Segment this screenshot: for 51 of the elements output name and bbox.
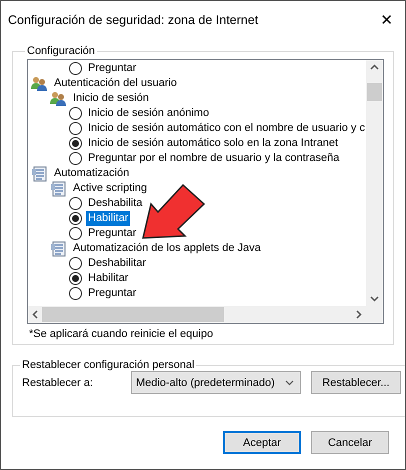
radio-button[interactable] bbox=[69, 107, 82, 120]
scroll-thumb[interactable] bbox=[42, 307, 224, 322]
users-icon bbox=[50, 91, 67, 106]
option-label[interactable]: Preguntar bbox=[86, 226, 138, 241]
radio-button[interactable] bbox=[69, 62, 82, 75]
scroll-left-icon[interactable] bbox=[32, 310, 38, 319]
option-label[interactable]: Inicio de sesión automático con el nombre de usuario y c bbox=[86, 121, 366, 136]
option-label[interactable]: Deshabilitar bbox=[86, 256, 148, 271]
option-label[interactable]: Inicio de sesión automático solo en la zona Intranet bbox=[86, 136, 340, 151]
dialog-button[interactable]: Cancelar bbox=[311, 431, 389, 454]
option-label[interactable]: Deshabilita bbox=[86, 196, 144, 211]
script-icon bbox=[50, 180, 67, 196]
category-label: Automatización bbox=[53, 166, 130, 181]
level-dropdown[interactable]: Medio-alto (predeterminado) bbox=[130, 371, 301, 394]
radio-button[interactable] bbox=[69, 137, 82, 150]
scroll-down-icon[interactable] bbox=[370, 296, 379, 302]
option-label[interactable]: Preguntar por el nombre de usuario y la contraseña bbox=[86, 151, 342, 166]
dialog-button[interactable]: Aceptar bbox=[223, 431, 301, 454]
radio-button[interactable] bbox=[69, 212, 82, 225]
radio-button[interactable] bbox=[69, 272, 82, 285]
option-label[interactable]: Habilitar bbox=[86, 271, 130, 286]
close-button[interactable]: ✕ bbox=[376, 11, 397, 29]
scroll-up-icon[interactable] bbox=[370, 64, 379, 70]
option-label[interactable]: Inicio de sesión anónimo bbox=[86, 106, 212, 121]
script-icon bbox=[31, 166, 48, 182]
option-label[interactable]: Preguntar bbox=[86, 286, 138, 301]
radio-button[interactable] bbox=[69, 122, 82, 135]
scroll-thumb[interactable] bbox=[367, 83, 382, 101]
vertical-scrollbar[interactable] bbox=[366, 60, 383, 306]
radio-button[interactable] bbox=[69, 152, 82, 165]
option-label[interactable]: Habilitar bbox=[86, 211, 130, 226]
window-title: Configuración de seguridad: zona de Internet bbox=[8, 13, 258, 27]
category-label: Autenticación del usuario bbox=[53, 76, 178, 91]
note-text: *Se aplicará cuando reinicie el equipo bbox=[28, 328, 214, 340]
radio-button[interactable] bbox=[69, 197, 82, 210]
category-label: Automatización de los applets de Java bbox=[72, 241, 262, 256]
users-icon bbox=[31, 76, 48, 91]
scroll-right-icon[interactable] bbox=[356, 310, 362, 319]
radio-button[interactable] bbox=[69, 227, 82, 240]
caret-icon bbox=[284, 380, 294, 386]
group-title: Configuración bbox=[26, 45, 96, 57]
field-label: Restablecer a: bbox=[22, 376, 93, 388]
group-title: Restablecer configuración personal bbox=[21, 359, 196, 371]
script-icon bbox=[50, 240, 67, 256]
category-label: Inicio de sesión bbox=[72, 91, 150, 106]
option-label[interactable]: Preguntar bbox=[86, 61, 138, 76]
category-label: Active scripting bbox=[72, 181, 148, 196]
horizontal-scrollbar[interactable] bbox=[28, 306, 366, 323]
reset-button[interactable]: Restablecer... bbox=[310, 371, 401, 394]
radio-button[interactable] bbox=[69, 287, 82, 300]
radio-button[interactable] bbox=[69, 257, 82, 270]
